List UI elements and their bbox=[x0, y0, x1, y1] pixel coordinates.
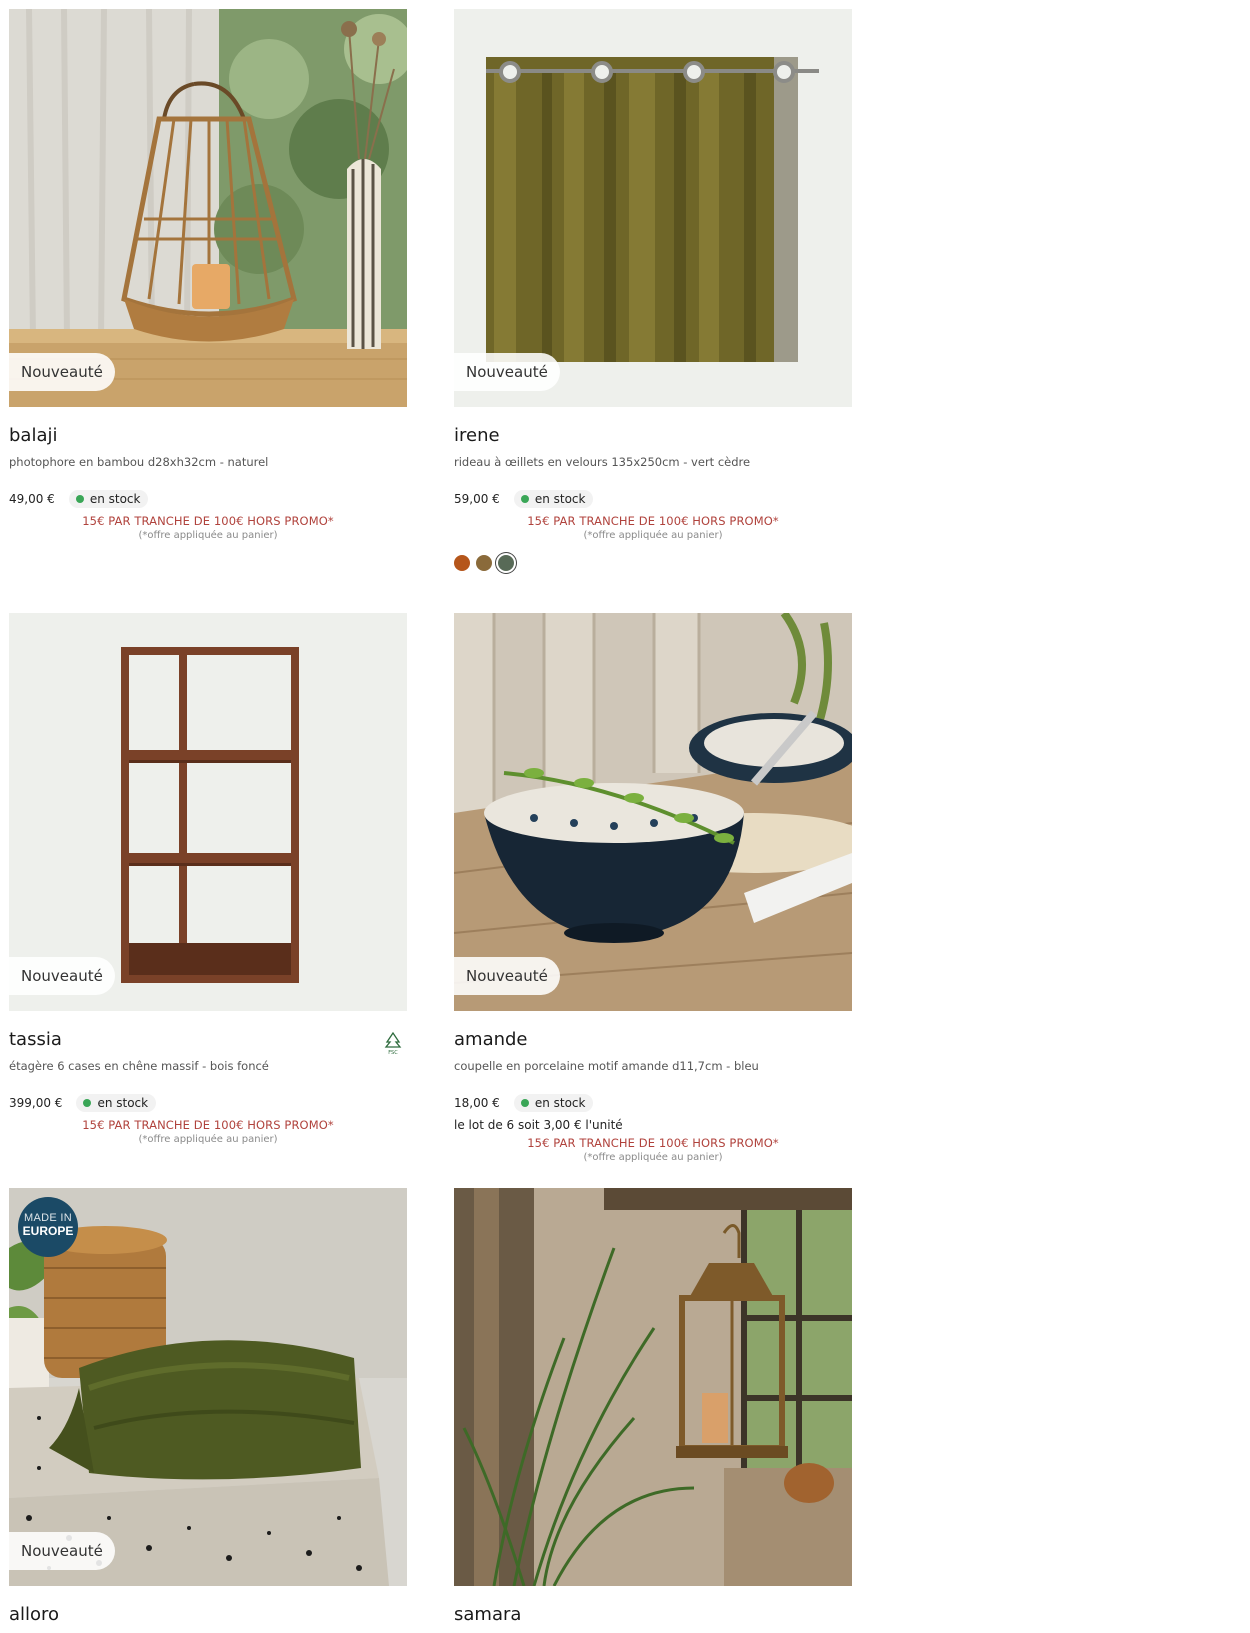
color-swatch-rust[interactable] bbox=[454, 555, 470, 571]
product-card[interactable]: Nouveauté amande coupelle en porcelaine … bbox=[454, 613, 852, 1163]
fsc-icon: FSC bbox=[384, 1031, 402, 1055]
in-stock-dot-icon bbox=[83, 1099, 92, 1107]
stock-badge: en stock bbox=[513, 490, 594, 508]
stock-label: en stock bbox=[534, 492, 586, 506]
color-swatch-brown[interactable] bbox=[476, 555, 492, 571]
product-price: 18,00 € bbox=[454, 1096, 500, 1110]
new-badge: Nouveauté bbox=[9, 1532, 115, 1570]
promo-text: 15€ PAR TRANCHE DE 100€ HORS PROMO* bbox=[527, 1136, 779, 1150]
color-swatch-cedar-green[interactable] bbox=[498, 555, 514, 571]
in-stock-dot-icon bbox=[520, 1099, 529, 1107]
stock-badge: en stock bbox=[513, 1094, 594, 1112]
product-name[interactable]: balaji bbox=[9, 425, 407, 449]
product-card[interactable]: Nouveauté irene rideau à œillets en velo… bbox=[454, 9, 852, 571]
stock-label: en stock bbox=[97, 1096, 149, 1110]
new-badge: Nouveauté bbox=[454, 957, 560, 995]
promo-text: 15€ PAR TRANCHE DE 100€ HORS PROMO* bbox=[527, 514, 779, 528]
promo-text: 15€ PAR TRANCHE DE 100€ HORS PROMO* bbox=[82, 514, 334, 528]
product-name[interactable]: samara bbox=[454, 1604, 852, 1628]
product-image[interactable]: Nouveauté bbox=[9, 613, 407, 1011]
new-badge: Nouveauté bbox=[454, 353, 560, 391]
product-description: photophore en bambou d28xh32cm - naturel bbox=[9, 455, 269, 469]
promo-note: (*offre appliquée au panier) bbox=[138, 1134, 278, 1145]
stock-label: en stock bbox=[534, 1096, 586, 1110]
in-stock-dot-icon bbox=[75, 495, 84, 503]
product-name[interactable]: tassia bbox=[9, 1029, 407, 1053]
product-card[interactable]: Nouveauté FSC tassia étagère 6 cases en … bbox=[9, 613, 407, 1145]
product-card[interactable]: samara bbox=[454, 1188, 852, 1628]
made-in-europe-badge: MADE IN EUROPE bbox=[18, 1197, 78, 1257]
product-image[interactable]: Nouveauté bbox=[454, 9, 852, 407]
promo-text: 15€ PAR TRANCHE DE 100€ HORS PROMO* bbox=[82, 1118, 334, 1132]
product-image[interactable]: Nouveauté bbox=[454, 613, 852, 1011]
product-description: coupelle en porcelaine motif amande d11,… bbox=[454, 1059, 759, 1073]
product-image[interactable]: Nouveauté bbox=[9, 9, 407, 407]
lot-info: le lot de 6 soit 3,00 € l'unité bbox=[454, 1118, 623, 1132]
promo-note: (*offre appliquée au panier) bbox=[583, 530, 723, 541]
svg-text:FSC: FSC bbox=[388, 1050, 398, 1055]
color-swatches bbox=[454, 555, 852, 571]
product-card[interactable]: Nouveauté MADE IN EUROPE alloro bbox=[9, 1188, 407, 1628]
product-image[interactable] bbox=[454, 1188, 852, 1586]
stock-badge: en stock bbox=[68, 490, 149, 508]
europe-label: EUROPE bbox=[22, 1224, 74, 1238]
in-stock-dot-icon bbox=[520, 495, 529, 503]
product-name[interactable]: irene bbox=[454, 425, 852, 449]
new-badge: Nouveauté bbox=[9, 957, 115, 995]
product-price: 49,00 € bbox=[9, 492, 55, 506]
product-description: rideau à œillets en velours 135x250cm - … bbox=[454, 455, 751, 469]
stock-label: en stock bbox=[89, 492, 141, 506]
promo-note: (*offre appliquée au panier) bbox=[583, 1152, 723, 1163]
product-price: 399,00 € bbox=[9, 1096, 63, 1110]
new-badge: Nouveauté bbox=[9, 353, 115, 391]
product-description: étagère 6 cases en chêne massif - bois f… bbox=[9, 1059, 269, 1073]
made-in-label: MADE IN bbox=[24, 1212, 72, 1224]
product-name[interactable]: amande bbox=[454, 1029, 852, 1053]
product-name[interactable]: alloro bbox=[9, 1604, 407, 1628]
product-price: 59,00 € bbox=[454, 492, 500, 506]
product-card[interactable]: Nouveauté balaji photophore en bambou d2… bbox=[9, 9, 407, 541]
stock-badge: en stock bbox=[76, 1094, 157, 1112]
promo-note: (*offre appliquée au panier) bbox=[138, 530, 278, 541]
